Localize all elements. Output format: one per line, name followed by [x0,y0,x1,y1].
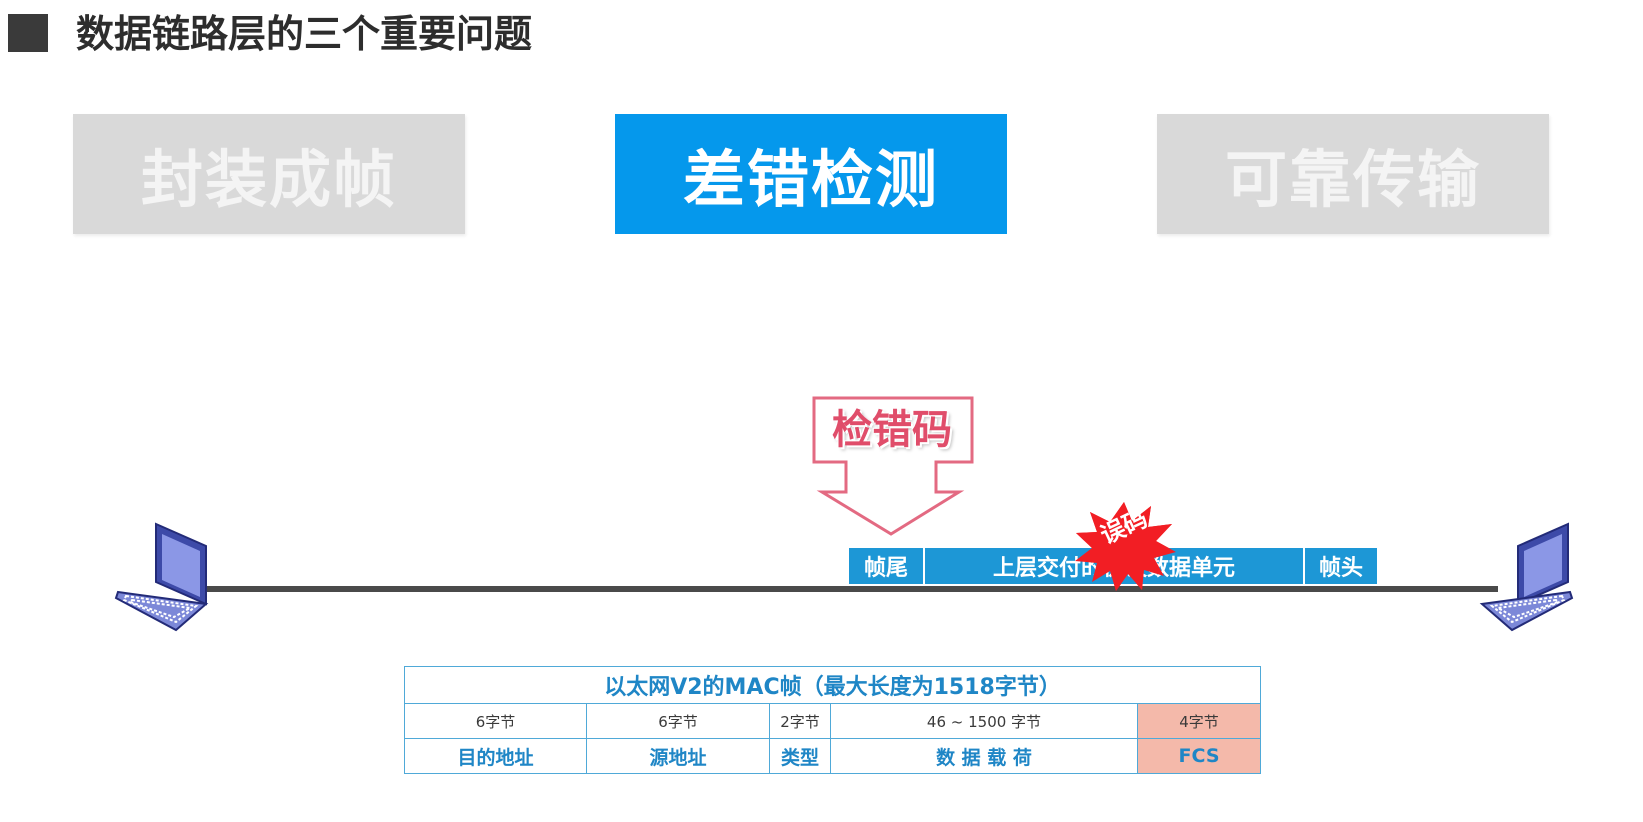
size-dest-address: 6字节 [404,703,587,739]
field-payload: 数 据 载 荷 [830,738,1138,774]
field-dest-address: 目的地址 [404,738,587,774]
field-type: 类型 [769,738,831,774]
frame-payload: 上层交付的协议数据单元 [925,548,1303,584]
size-fcs: 4字节 [1136,703,1262,739]
frame-head: 帧头 [1305,548,1377,584]
transmission-line [196,586,1498,592]
topic-reliable-transmission[interactable]: 可靠传输 [1157,114,1549,234]
field-fcs: FCS [1136,738,1262,774]
title-bullet [8,14,48,52]
slide: 数据链路层的三个重要问题 封装成帧 差错检测 可靠传输 检错码 帧尾 上层交付的… [0,0,1643,822]
laptop-right-icon [1479,522,1574,632]
frame-tail: 帧尾 [849,548,923,584]
mac-frame-table: 以太网V2的MAC帧（最大长度为1518字节） 6字节 6字节 2字节 46 ~… [403,666,1262,774]
topic-error-detection[interactable]: 差错检测 [615,114,1007,234]
field-source-address: 源地址 [586,738,770,774]
size-source-address: 6字节 [586,703,770,739]
size-type: 2字节 [769,703,831,739]
mac-frame-caption: 以太网V2的MAC帧（最大长度为1518字节） [403,666,1262,704]
page-title: 数据链路层的三个重要问题 [76,12,533,56]
callout-label: 检错码 [832,407,952,453]
size-payload: 46 ~ 1500 字节 [830,703,1138,739]
laptop-left-icon [114,522,209,632]
topic-framing[interactable]: 封装成帧 [73,114,465,234]
